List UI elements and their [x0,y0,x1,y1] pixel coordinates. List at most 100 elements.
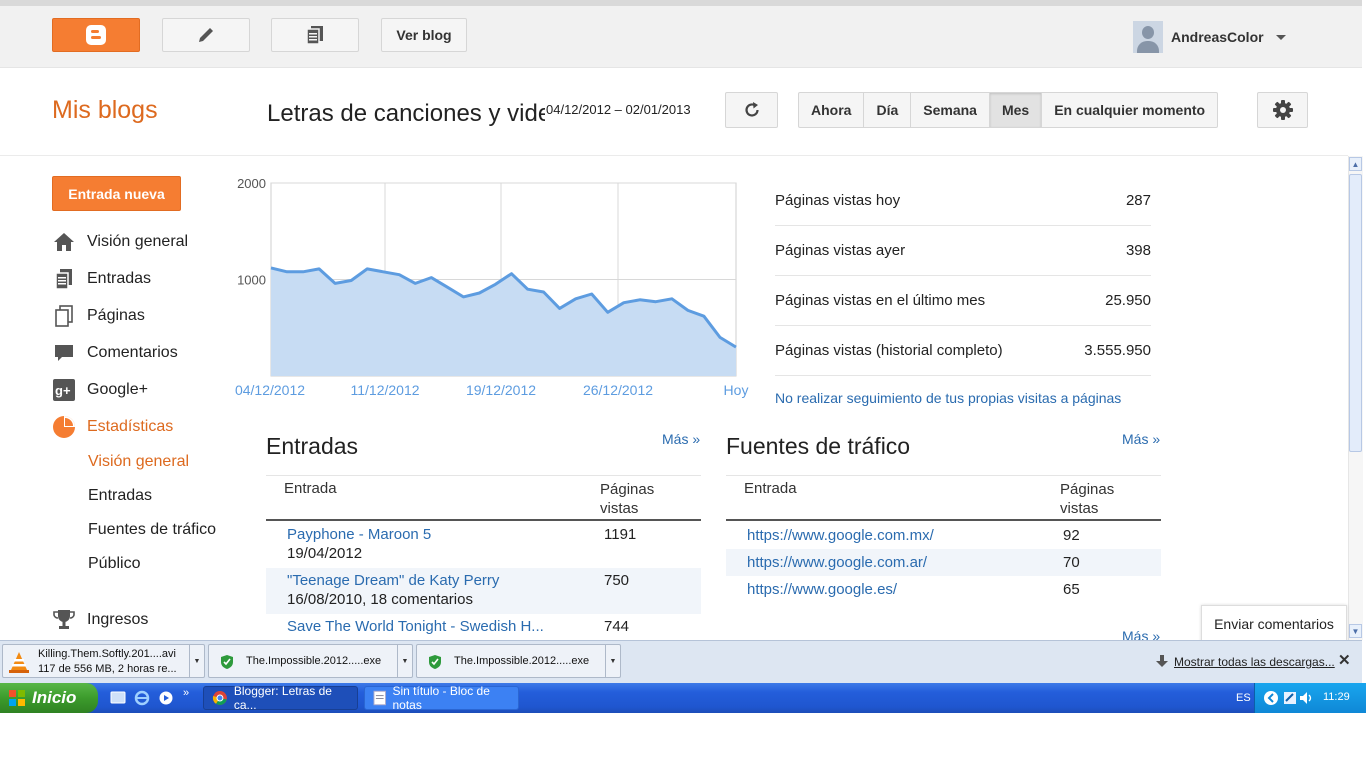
stat-value: 398 [1125,242,1151,259]
scroll-up-icon[interactable]: ▲ [1349,157,1362,171]
post-link[interactable]: "Teenage Dream" de Katy Perry [287,572,499,589]
post-link[interactable]: Payphone - Maroon 5 [287,526,431,543]
dont-track-link[interactable]: No realizar seguimiento de tus propias v… [775,390,1121,406]
scroll-thumb[interactable] [1349,174,1362,452]
chrome-icon [212,691,227,705]
pencil-icon [199,28,213,42]
traffic-views: 65 [1063,581,1080,598]
send-feedback-button[interactable]: Enviar comentarios [1201,605,1347,643]
new-post-pencil-button[interactable] [162,18,250,52]
sidebar-item-stats[interactable]: Estadísticas [52,414,173,440]
media-player-icon[interactable] [158,690,174,706]
start-label: Inicio [32,688,77,707]
stat-value: 25.950 [1105,292,1151,309]
traffic-section-title: Fuentes de tráfico [726,433,911,459]
traffic-more-link[interactable]: Más » [1122,431,1160,447]
posts-table-header: Entrada Páginas vistas [266,475,701,521]
show-desktop-icon[interactable] [110,690,126,706]
traffic-source-link[interactable]: https://www.google.com.ar/ [747,554,927,571]
posts-more-link[interactable]: Más » [662,431,700,447]
volume-icon[interactable] [1299,691,1315,705]
chevron-down-icon [1275,34,1286,40]
range-now-button[interactable]: Ahora [799,93,865,127]
sidebar-item-pages[interactable]: Páginas [52,303,145,329]
view-blog-button[interactable]: Ver blog [381,18,467,52]
stat-row-today: Páginas vistas hoy 287 [775,176,1151,226]
download-name: Killing.Them.Softly.201....avi [38,648,176,660]
new-post-button[interactable]: Entrada nueva [52,176,181,211]
sidebar-item-label: Ingresos [87,611,149,628]
windows-logo-icon [9,690,25,706]
taskbar-item-browser[interactable]: Blogger: Letras de ca... [203,684,358,712]
sidebar-item-earnings[interactable]: Ingresos [52,607,148,633]
sidebar-subitem-posts[interactable]: Entradas [88,487,152,505]
sidebar-item-overview[interactable]: Visión general [52,229,188,255]
account-menu[interactable]: AndreasColor [1133,20,1286,54]
traffic-source-link[interactable]: https://www.google.es/ [747,581,897,598]
col-views-header: Páginas vistas [600,481,655,517]
internet-explorer-icon[interactable] [134,690,150,706]
quick-launch-more-icon[interactable]: » [183,687,189,699]
notepad-icon [373,690,387,706]
sidebar-item-posts[interactable]: Entradas [52,266,151,292]
sidebar-subitem-audience[interactable]: Público [88,555,140,573]
download-name: The.Impossible.2012.....exe [454,655,590,667]
stat-row-yesterday: Páginas vistas ayer 398 [775,226,1151,276]
post-views: 750 [604,572,630,589]
taskbar-item-label: Sin título - Bloc de notas [392,684,490,712]
sidebar-subitem-overview[interactable]: Visión general [88,453,189,471]
download-item[interactable]: The.Impossible.2012.....exe ▼ [208,644,413,678]
comment-icon [55,345,73,361]
tray-expand-icon[interactable] [1263,690,1279,706]
refresh-button[interactable] [725,92,778,128]
posts-icon [306,26,323,45]
stat-value: 3.555.950 [1084,342,1151,359]
chevron-down-icon[interactable]: ▼ [189,645,204,677]
stat-value: 287 [1125,192,1151,209]
blogger-top-bar: Ver blog AndreasColor [0,0,1362,68]
my-blogs-link[interactable]: Mis blogs [52,96,158,125]
traffic-source-link[interactable]: https://www.google.com.mx/ [747,527,934,544]
traffic-table-header: Entrada Páginas vistas [726,475,1161,521]
posts-section-title: Entradas [266,433,359,459]
chevron-down-icon[interactable]: ▼ [605,645,620,677]
scroll-down-icon[interactable]: ▼ [1349,624,1362,638]
sidebar-subitem-traffic[interactable]: Fuentes de tráfico [88,521,216,539]
sidebar-item-google-plus[interactable]: g+ Google+ [52,377,148,403]
post-link[interactable]: Save The World Tonight - Swedish H... [287,618,544,635]
stat-row-all-time: Páginas vistas (historial completo) 3.55… [775,326,1151,376]
post-meta: 16/08/2010, 18 comentarios [287,591,473,608]
close-icon[interactable]: ✕ [1338,651,1351,669]
taskbar-item-label: Blogger: Letras de ca... [233,684,332,712]
posts-list-button[interactable] [271,18,359,52]
system-tray: 11:29 [1254,683,1366,713]
language-indicator[interactable]: ES [1236,692,1251,704]
blogger-icon [86,25,106,45]
sidebar-item-comments[interactable]: Comentarios [52,340,178,366]
header-divider [0,155,1348,156]
blogger-logo-button[interactable] [52,18,140,52]
chart-x-tick-label: Hoy [724,382,749,398]
show-all-downloads-link[interactable]: Mostrar todas las descargas... [1174,655,1335,669]
blog-title[interactable]: Letras de canciones y videos [267,100,545,128]
table-row: Payphone - Maroon 5 19/04/2012 1191 [266,522,701,568]
col-entry-header: Entrada [744,480,797,497]
chart-y-tick-label: 1000 [237,273,266,288]
range-week-button[interactable]: Semana [911,93,990,127]
chevron-down-icon[interactable]: ▼ [397,645,412,677]
range-month-button[interactable]: Mes [989,93,1043,127]
download-item[interactable]: The.Impossible.2012.....exe ▼ [416,644,621,678]
clock[interactable]: 11:29 [1323,691,1350,703]
pageviews-chart: 1000 2000 04/12/2012 11/12/2012 19/12/2012 2… [235,176,749,398]
download-item[interactable]: Killing.Them.Softly.201....avi 117 de 55… [2,644,205,678]
taskbar-item-notepad[interactable]: Sin título - Bloc de notas [364,684,519,712]
range-anytime-button[interactable]: En cualquier momento [1042,93,1217,127]
range-day-button[interactable]: Día [864,93,912,127]
posts-icon [55,269,72,290]
start-button[interactable]: Inicio [0,683,98,713]
network-icon[interactable] [1283,691,1297,705]
page-scrollbar[interactable]: ▲ ▼ [1348,156,1363,640]
shield-icon [429,655,441,669]
settings-button[interactable] [1257,92,1308,128]
shield-icon [221,655,233,669]
